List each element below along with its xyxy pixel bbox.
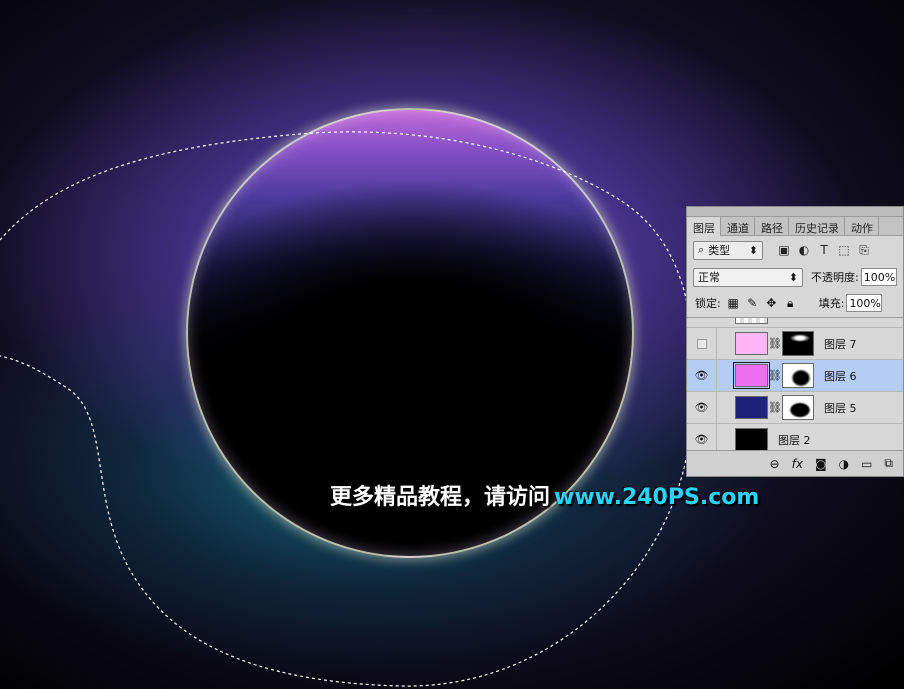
- layer-row[interactable]: 👁︎ ⛓︎ 图层 5: [687, 391, 903, 424]
- link-icon[interactable]: ⊖: [770, 457, 780, 471]
- eye-icon: 👁︎: [694, 369, 709, 382]
- tab-layers[interactable]: 图层: [687, 217, 721, 236]
- layer-name[interactable]: 图层 6: [824, 368, 857, 384]
- lock-transparent-icon[interactable]: ▦: [727, 296, 740, 311]
- group-folder-icon[interactable]: ▭: [861, 457, 872, 471]
- fx-icon[interactable]: fx: [792, 457, 803, 471]
- eye-icon: 👁︎: [694, 401, 709, 414]
- search-icon: ⌕: [698, 243, 705, 256]
- filter-row: ⌕ 类型 ⬍ ▣ ◐ T ⬚ ⎘: [687, 236, 903, 264]
- lock-paint-icon[interactable]: ✎: [746, 296, 759, 311]
- visibility-toggle[interactable]: 👁︎: [687, 391, 717, 424]
- panel-footer: ⊖ fx ◙ ◑ ▭ ⧉: [687, 450, 903, 476]
- visibility-toggle[interactable]: [687, 327, 717, 360]
- lock-all-icon[interactable]: 🔒︎: [784, 296, 797, 311]
- stepper-icon: ⬍: [748, 243, 758, 257]
- watermark-text: 更多精品教程，请访问: [330, 485, 551, 510]
- layer-thumbnail: [735, 396, 768, 419]
- mask-icon[interactable]: ◙: [815, 457, 827, 471]
- shape-filter-icon[interactable]: ⬚: [837, 243, 851, 258]
- opacity-label: 不透明度:: [811, 271, 859, 284]
- eye-icon: 👁︎: [694, 433, 709, 446]
- image-filter-icon[interactable]: ▣: [777, 243, 791, 258]
- visibility-toggle[interactable]: 👁︎: [687, 423, 717, 451]
- tab-channels[interactable]: 通道: [721, 217, 755, 235]
- layer-thumbnail: [733, 362, 770, 389]
- watermark: 更多精品教程，请访问 www.240PS.com: [330, 479, 759, 511]
- lock-label: 锁定:: [695, 297, 721, 310]
- watermark-url: www.240PS.com: [554, 485, 760, 510]
- layer-row-selected[interactable]: 👁︎ ⛓︎ 图层 6: [687, 359, 903, 392]
- layer-thumbnail: [735, 332, 768, 355]
- layer-filter-label: 类型: [708, 244, 731, 257]
- layer-mask-thumbnail: [782, 331, 814, 356]
- link-icon: ⛓︎: [768, 369, 782, 382]
- lock-position-icon[interactable]: ✥: [765, 296, 778, 311]
- type-filter-icon[interactable]: T: [817, 243, 831, 258]
- layer-name[interactable]: 图层 2: [778, 432, 811, 448]
- smart-object-filter-icon[interactable]: ⎘: [857, 243, 871, 258]
- fill-label: 填充:: [818, 297, 845, 310]
- adjustment-icon[interactable]: ◑: [839, 457, 849, 471]
- blend-row: 正常 ⬍ 不透明度: 100%: [687, 264, 903, 290]
- adjustment-filter-icon[interactable]: ◐: [797, 243, 811, 258]
- visibility-toggle[interactable]: 👁︎: [687, 359, 717, 392]
- layers-panel: 图层 通道 路径 历史记录 动作 ⌕ 类型 ⬍ ▣ ◐ T ⬚ ⎘ 正常 ⬍ 不…: [686, 206, 904, 477]
- fill-field[interactable]: 100%: [846, 294, 883, 312]
- layer-row[interactable]: ⛓︎ 图层 7: [687, 327, 903, 360]
- new-layer-icon[interactable]: ⧉: [884, 456, 893, 471]
- hidden-visibility-box: [696, 338, 707, 349]
- tab-history[interactable]: 历史记录: [789, 217, 845, 235]
- blend-mode-select[interactable]: 正常 ⬍: [693, 267, 803, 287]
- layer-filter-select[interactable]: ⌕ 类型 ⬍: [693, 240, 763, 260]
- layer-row[interactable]: 👁︎ 图层 2: [687, 423, 903, 451]
- tab-actions[interactable]: 动作: [845, 217, 879, 235]
- opacity-field[interactable]: 100%: [860, 268, 897, 286]
- layer-row-partial: [687, 318, 903, 328]
- link-icon: ⛓︎: [768, 337, 782, 350]
- lock-row: 锁定: ▦ ✎ ✥ 🔒︎ 填充: 100%: [687, 290, 903, 316]
- panel-tabs: 图层 通道 路径 历史记录 动作: [687, 217, 903, 236]
- panel-grip[interactable]: [687, 207, 903, 217]
- layer-thumbnail: [735, 428, 768, 451]
- layer-thumbnail: [735, 318, 768, 324]
- layer-name[interactable]: 图层 5: [824, 400, 857, 416]
- layer-list: ⛓︎ 图层 7 👁︎ ⛓︎ 图层 6 👁︎ ⛓︎ 图层 5 👁︎ 图层 2: [687, 317, 903, 451]
- tab-paths[interactable]: 路径: [755, 217, 789, 235]
- layer-mask-thumbnail: [782, 363, 814, 388]
- layer-mask-thumbnail: [782, 395, 814, 420]
- stepper-icon: ⬍: [788, 270, 798, 284]
- blend-mode-value: 正常: [698, 271, 720, 284]
- layer-name[interactable]: 图层 7: [824, 336, 857, 352]
- link-icon: ⛓︎: [768, 401, 782, 414]
